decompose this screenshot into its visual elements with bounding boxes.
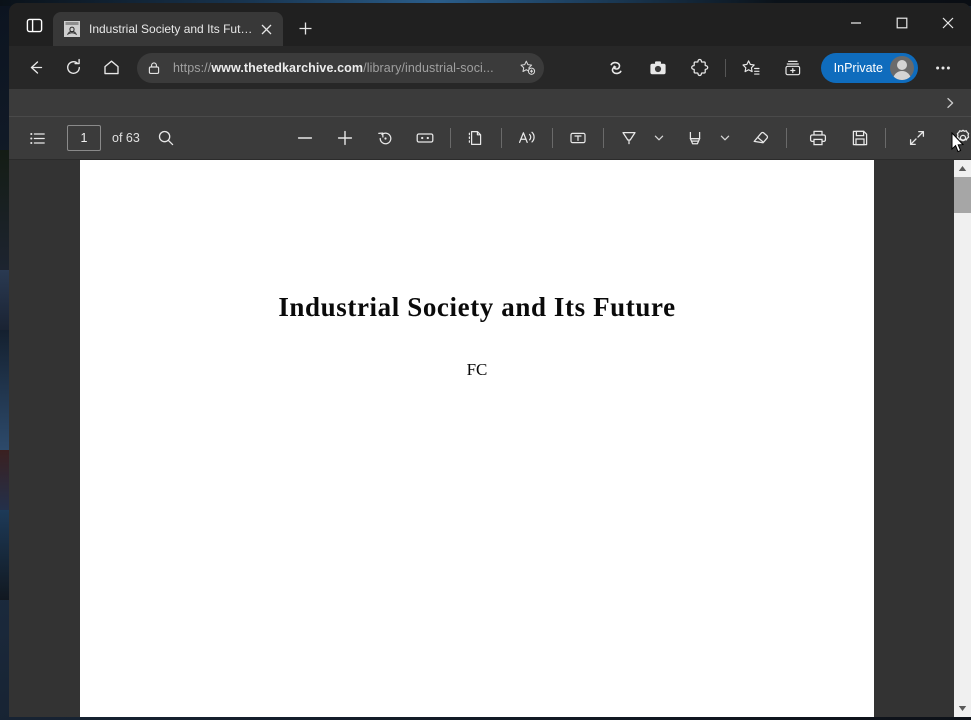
url-path: /library/industrial-soci... <box>363 60 494 75</box>
print-icon[interactable] <box>802 123 834 153</box>
desktop-sliver <box>0 330 9 450</box>
browser-tab[interactable]: Industrial Society and Its Future <box>53 12 283 46</box>
toolbar-divider <box>885 128 886 148</box>
desktop-sliver <box>0 450 9 510</box>
close-icon[interactable] <box>255 18 277 40</box>
desktop-sliver <box>0 510 9 600</box>
pdf-toolbar-left: of 63 <box>9 123 182 153</box>
scroll-up-arrow-icon[interactable] <box>954 160 971 177</box>
toolbar-divider <box>724 58 726 77</box>
chevron-right-icon[interactable] <box>943 96 957 110</box>
tab-actions-icon[interactable] <box>17 9 51 41</box>
add-favorite-star-icon[interactable] <box>514 55 540 81</box>
search-icon[interactable] <box>150 123 182 153</box>
document-author: FC <box>466 360 488 379</box>
scrollbar-track[interactable] <box>954 177 971 700</box>
close-icon[interactable] <box>925 3 971 43</box>
document-favicon <box>64 21 80 37</box>
fullscreen-expand-icon[interactable] <box>901 123 933 153</box>
window-controls <box>833 3 971 43</box>
pdf-page[interactable]: Industrial Society and Its Future FC <box>80 160 874 717</box>
chevron-down-icon[interactable] <box>715 123 735 153</box>
pdf-viewport[interactable]: Industrial Society and Its Future FC <box>9 160 971 717</box>
eraser-icon[interactable] <box>745 123 777 153</box>
navigation-bar: https://www.thetedkarchive.com/library/i… <box>9 46 971 89</box>
extensions-puzzle-icon[interactable] <box>684 52 716 84</box>
url-host: www.thetedkarchive.com <box>211 60 364 75</box>
highlighter-icon[interactable] <box>679 123 711 153</box>
chevron-down-icon[interactable] <box>649 123 669 153</box>
draw-pen-icon[interactable] <box>613 123 645 153</box>
pdf-toolbar-center <box>289 123 971 153</box>
avatar-icon <box>890 55 914 80</box>
zoom-in-plus-icon[interactable] <box>329 123 361 153</box>
browser-window: Industrial Society and Its Future https:… <box>9 3 971 717</box>
favorites-star-list-icon[interactable] <box>735 52 767 84</box>
inprivate-profile-button[interactable]: InPrivate <box>820 52 918 83</box>
rotate-clockwise-icon[interactable] <box>369 123 401 153</box>
desktop-sliver <box>0 150 9 270</box>
minimize-icon[interactable] <box>833 3 879 43</box>
page-count-label: of 63 <box>112 131 140 145</box>
more-options-ellipsis-icon[interactable] <box>927 52 959 84</box>
vertical-scrollbar[interactable] <box>954 160 971 717</box>
save-disk-icon[interactable] <box>844 123 876 153</box>
new-tab-button[interactable] <box>290 13 320 43</box>
document-title: Industrial Society and Its Future <box>278 292 676 322</box>
toolbar-divider <box>501 128 502 148</box>
page-number-input[interactable] <box>67 125 101 151</box>
zoom-out-minus-icon[interactable] <box>289 123 321 153</box>
add-text-icon[interactable] <box>562 123 594 153</box>
read-aloud-icon[interactable] <box>511 123 543 153</box>
address-bar[interactable]: https://www.thetedkarchive.com/library/i… <box>137 52 544 83</box>
toolbar-divider <box>603 128 604 148</box>
pdf-overflow-strip <box>9 89 971 117</box>
back-arrow-icon[interactable] <box>18 51 52 85</box>
tab-title: Industrial Society and Its Future <box>89 22 253 36</box>
settings-gear-icon[interactable] <box>947 123 971 153</box>
inprivate-label: InPrivate <box>833 60 883 75</box>
reload-icon[interactable] <box>56 51 90 85</box>
url-scheme: https:// <box>173 60 212 75</box>
fit-to-page-icon[interactable] <box>409 123 441 153</box>
scroll-down-arrow-icon[interactable] <box>954 700 971 717</box>
page-layout-view-icon[interactable] <box>460 123 492 153</box>
url-text: https://www.thetedkarchive.com/library/i… <box>167 61 514 75</box>
pdf-toolbar: of 63 <box>9 117 971 160</box>
navbar-right-tools: InPrivate <box>595 52 964 84</box>
table-of-contents-icon[interactable] <box>21 123 53 153</box>
desktop-sliver <box>0 270 9 330</box>
toolbar-divider <box>786 128 787 148</box>
copilot-icon[interactable] <box>600 52 632 84</box>
screenshot-camera-icon[interactable] <box>642 52 674 84</box>
toolbar-divider <box>450 128 451 148</box>
maximize-icon[interactable] <box>879 3 925 43</box>
scroll-thumb[interactable] <box>954 177 971 213</box>
tab-strip: Industrial Society and Its Future <box>9 3 971 46</box>
toolbar-divider <box>552 128 553 148</box>
collections-icon[interactable] <box>777 52 809 84</box>
lock-icon[interactable] <box>141 55 167 81</box>
home-icon[interactable] <box>94 51 128 85</box>
plus-icon <box>299 22 311 34</box>
